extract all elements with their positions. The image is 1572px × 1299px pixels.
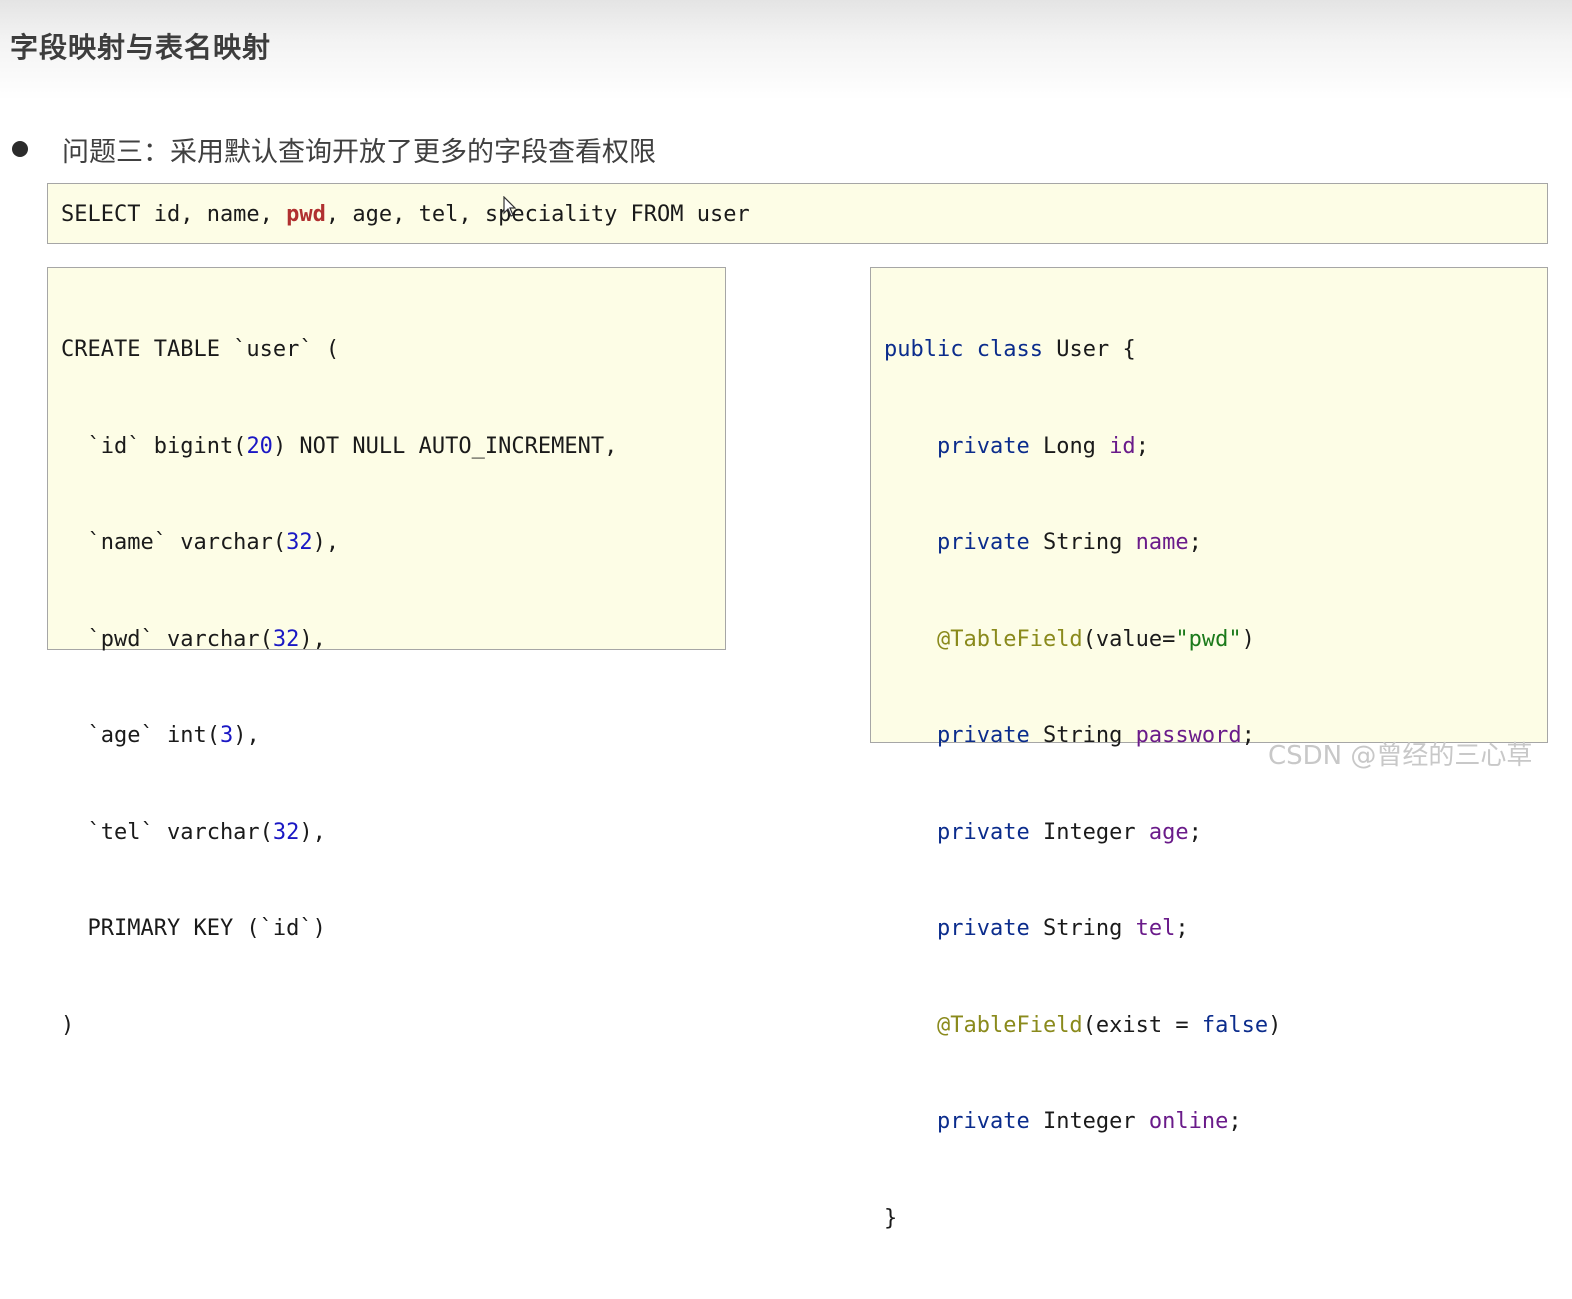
- code-line: public class User {: [884, 334, 1281, 381]
- code-line: PRIMARY KEY (`id`): [61, 916, 326, 941]
- code-keyword: private: [936, 916, 1030, 941]
- code-text: ): [1241, 626, 1255, 652]
- code-line: `age` int(3),: [61, 720, 617, 767]
- code-text: ;: [1135, 433, 1149, 459]
- code-keyword: private: [936, 819, 1030, 845]
- code-text: ;: [1188, 530, 1202, 555]
- code-line: `tel` varchar(32),: [61, 817, 617, 864]
- code-type: Integer: [1029, 1109, 1149, 1134]
- code-field: tel: [1135, 916, 1176, 941]
- code-type: String: [1029, 723, 1136, 748]
- code-text: ;: [1175, 916, 1189, 941]
- code-text: (value=: [1082, 626, 1176, 652]
- bullet-dot: [12, 141, 28, 157]
- code-number: 32: [272, 819, 300, 845]
- code-keyword: private: [936, 530, 1030, 555]
- sql-rest-part: , age, tel, speciality FROM user: [325, 202, 750, 227]
- code-text: `tel` varchar(: [61, 819, 273, 845]
- mouse-cursor-icon: [503, 196, 517, 217]
- code-text: User {: [1042, 337, 1136, 362]
- code-keyword: class: [976, 337, 1043, 362]
- code-text: ),: [299, 626, 326, 652]
- code-text: ),: [299, 819, 326, 845]
- code-line: private String tel;: [884, 913, 1281, 960]
- code-line: private String password;: [884, 720, 1281, 767]
- csdn-watermark: CSDN @曾经的三心草: [1268, 741, 1533, 771]
- code-line: @TableField(exist = false): [884, 1010, 1281, 1057]
- code-field: online: [1148, 1109, 1229, 1134]
- code-text: `age` int(: [61, 723, 220, 748]
- code-number: 3: [219, 723, 234, 748]
- code-number: 32: [272, 626, 300, 652]
- code-text: `pwd` varchar(: [61, 626, 273, 652]
- code-annotation: @TableField: [936, 1012, 1083, 1038]
- code-text: ;: [1188, 819, 1202, 845]
- code-field: name: [1135, 530, 1189, 555]
- code-line: private Long id;: [884, 431, 1281, 478]
- java-class-box: public class User { private Long id; pri…: [870, 267, 1548, 1231]
- code-type: String: [1029, 916, 1136, 941]
- code-line: @TableField(value="pwd"): [884, 624, 1281, 671]
- code-text: ) NOT NULL AUTO_INCREMENT,: [272, 433, 618, 459]
- code-keyword: private: [936, 433, 1030, 459]
- code-text: `id` bigint(: [61, 433, 247, 459]
- code-line: private String name;: [884, 527, 1281, 574]
- title-header: 字段映射与表名映射: [0, 0, 1572, 100]
- code-text: ): [1268, 1012, 1282, 1038]
- code-text: ;: [1228, 1109, 1242, 1134]
- code-text: ),: [312, 530, 340, 555]
- code-text: `name` varchar(: [61, 530, 287, 555]
- code-annotation: @TableField: [936, 626, 1083, 652]
- code-type: Integer: [1029, 819, 1149, 845]
- code-line: private Integer online;: [884, 1106, 1281, 1153]
- code-line: }: [884, 1205, 898, 1231]
- code-type: String: [1029, 530, 1136, 555]
- code-field: id: [1109, 433, 1136, 459]
- code-line: CREATE TABLE `user` (: [61, 337, 340, 362]
- create-table-box: CREATE TABLE `user` ( `id` bigint(20) NO…: [47, 267, 726, 1038]
- code-field: age: [1148, 819, 1189, 845]
- code-line: `id` bigint(20) NOT NULL AUTO_INCREMENT,: [61, 431, 617, 478]
- code-keyword: public: [884, 337, 964, 362]
- sql-pwd-highlight: pwd: [286, 202, 326, 227]
- code-text: (exist =: [1082, 1012, 1202, 1038]
- code-keyword: false: [1201, 1012, 1269, 1038]
- sql-query-code: SELECT id, name, pwd, age, tel, speciali…: [61, 202, 750, 227]
- sql-query-box: SELECT id, name, pwd, age, tel, speciali…: [47, 183, 1548, 244]
- java-class-code: public class User { private Long id; pri…: [884, 284, 1281, 1299]
- code-line: private Integer age;: [884, 817, 1281, 864]
- code-line: `name` varchar(32),: [61, 527, 617, 574]
- code-string: "pwd": [1175, 626, 1242, 652]
- page-title: 字段映射与表名映射: [10, 31, 272, 64]
- code-type: Long: [1029, 433, 1110, 459]
- code-line: ): [61, 1012, 75, 1038]
- bullet-text: 问题三：采用默认查询开放了更多的字段查看权限: [62, 137, 656, 168]
- create-table-code: CREATE TABLE `user` ( `id` bigint(20) NO…: [61, 284, 617, 1106]
- code-text: ),: [233, 723, 260, 748]
- code-text: ;: [1241, 723, 1255, 748]
- code-keyword: private: [936, 1109, 1030, 1134]
- code-keyword: private: [936, 723, 1030, 748]
- code-line: `pwd` varchar(32),: [61, 624, 617, 671]
- code-number: 20: [246, 433, 273, 459]
- code-number: 32: [286, 530, 313, 555]
- sql-select-part: SELECT id, name,: [61, 202, 287, 227]
- code-field: password: [1135, 723, 1242, 748]
